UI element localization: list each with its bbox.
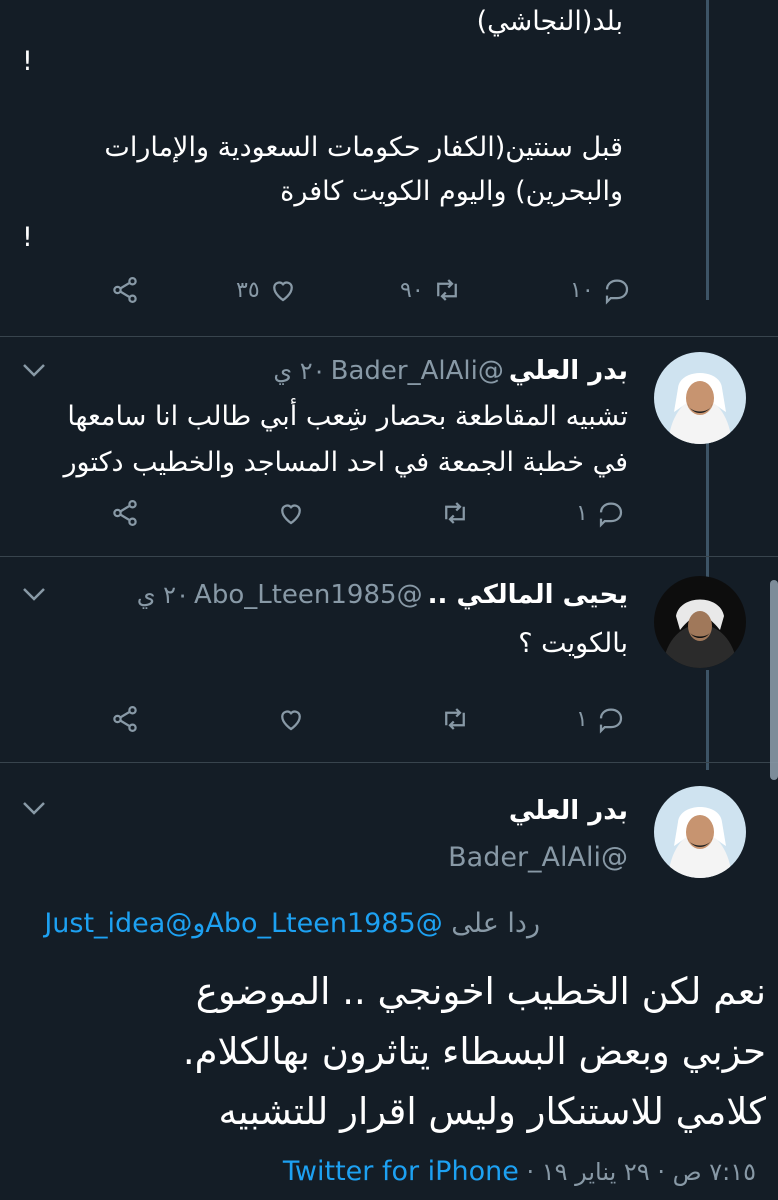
chevron-down-icon[interactable]: [20, 584, 48, 604]
divider: [0, 556, 778, 557]
retweet-icon: [436, 279, 457, 301]
display-name[interactable]: يحيى المالكي ..: [428, 580, 628, 610]
share-button[interactable]: [110, 275, 140, 305]
reply-icon: [599, 708, 622, 734]
display-name[interactable]: بدر العلي: [509, 356, 628, 386]
divider: [0, 762, 778, 763]
text-line: كلامي للاستنكار وليس اقرار للتشبيه: [218, 1090, 766, 1133]
text-line: بلد(النجاشي): [476, 6, 623, 37]
timestamp: ٧:١٥ ص · ٢٩ يناير ١٩ ·: [526, 1158, 756, 1186]
share-icon: [113, 500, 137, 526]
replying-to: ردا على @Abo_Lteen1985و@Just_idea: [20, 908, 540, 939]
share-button[interactable]: [110, 498, 140, 528]
replying-prefix: ردا على: [451, 908, 540, 939]
text-line: !: [22, 46, 33, 77]
retweet-icon: [445, 502, 465, 524]
text-line: حزبي وبعض البسطاء يتاثرون بهالكلام.: [182, 1030, 766, 1073]
reply-button[interactable]: ١٠: [570, 275, 632, 305]
retweet-button[interactable]: [440, 498, 470, 528]
source-link[interactable]: Twitter for iPhone: [283, 1156, 519, 1187]
share-icon: [113, 277, 137, 303]
tweet-text-top: بلد(النجاشي): [3, 0, 623, 44]
retweet-button[interactable]: ٩٠: [400, 275, 462, 305]
replying-and: و: [192, 908, 206, 939]
like-icon: [281, 710, 301, 731]
like-icon: [281, 504, 301, 525]
reply-count: ١٠: [570, 277, 594, 303]
display-name[interactable]: بدر العلي: [228, 796, 628, 826]
text-line: نعم لكن الخطيب اخونجي .. الموضوع: [195, 970, 766, 1013]
text-line: قبل سنتين(الكفار حكومات السعودية والإمار…: [104, 132, 623, 163]
reply-count: ١: [576, 500, 588, 526]
chevron-down-icon[interactable]: [20, 360, 48, 380]
mention-link[interactable]: @Just_idea: [44, 908, 192, 939]
scrollbar[interactable]: [770, 580, 778, 780]
handle[interactable]: @Bader_AlAli: [228, 842, 628, 873]
share-button[interactable]: [110, 704, 140, 734]
avatar[interactable]: [654, 786, 746, 878]
like-count: ٣٥: [236, 277, 260, 303]
timestamp[interactable]: ٢٠ ي: [273, 357, 325, 385]
reply-icon: [605, 279, 628, 305]
text-line: في خطبة الجمعة في احد المساجد والخطيب دك…: [63, 447, 628, 478]
thread-line: [706, 0, 709, 300]
retweet-button[interactable]: [440, 704, 470, 734]
thread-line: [706, 670, 709, 770]
text-line: !: [22, 222, 33, 253]
retweet-count: ٩٠: [400, 277, 424, 303]
handle[interactable]: @Bader_AlAli: [331, 356, 504, 386]
timestamp[interactable]: ٢٠ ي: [137, 581, 189, 609]
reply-count: ١: [576, 706, 588, 732]
text-line: بالكويت ؟: [518, 628, 628, 659]
avatar[interactable]: [654, 576, 746, 668]
retweet-icon: [445, 708, 465, 730]
text-line: تشبيه المقاطعة بحصار شِعب أبي طالب انا س…: [67, 401, 628, 432]
like-icon: [272, 281, 293, 302]
share-icon: [113, 706, 137, 732]
chevron-down-icon[interactable]: [20, 798, 48, 818]
reply-button[interactable]: ١: [576, 498, 626, 528]
tweet-text: تشبيه المقاطعة بحصار شِعب أبي طالب انا س…: [0, 394, 628, 486]
like-button[interactable]: [276, 498, 306, 528]
tweet-text: بالكويت ؟: [68, 622, 628, 666]
avatar[interactable]: [654, 352, 746, 444]
text-line: والبحرين) واليوم الكويت كافرة: [280, 176, 623, 207]
reply-icon: [599, 502, 622, 528]
tweet-text-top: قبل سنتين(الكفار حكومات السعودية والإمار…: [3, 126, 623, 214]
like-button[interactable]: [276, 704, 306, 734]
handle[interactable]: @Abo_Lteen1985: [194, 580, 423, 610]
mention-link[interactable]: @Abo_Lteen1985: [205, 908, 442, 939]
tweet-text: نعم لكن الخطيب اخونجي .. الموضوع حزبي وب…: [46, 962, 766, 1142]
tweet-header: يحيى المالكي .. @Abo_Lteen1985 ٢٠ ي: [68, 580, 628, 610]
like-button[interactable]: ٣٥: [236, 275, 298, 305]
reply-button[interactable]: ١: [576, 704, 626, 734]
divider: [0, 336, 778, 337]
tweet-meta: ٧:١٥ ص · ٢٩ يناير ١٩ · Twitter for iPhon…: [16, 1156, 756, 1187]
thread-line: [706, 440, 709, 580]
tweet-header: بدر العلي @Bader_AlAli ٢٠ ي: [108, 356, 628, 386]
